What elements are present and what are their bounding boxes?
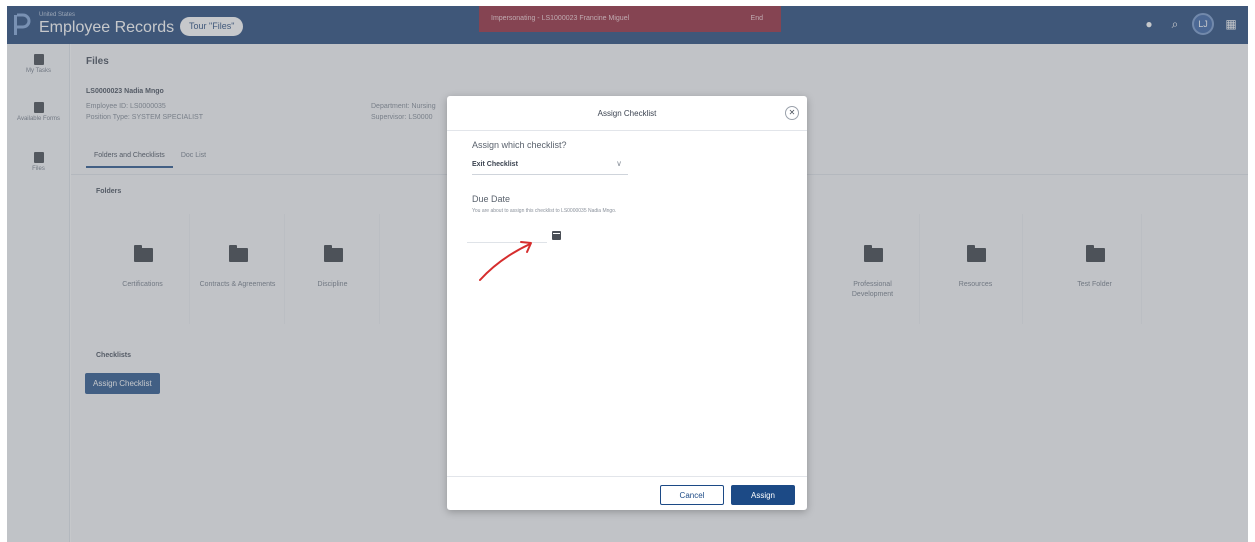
red-arrow-annotation — [479, 241, 532, 281]
due-date-label: Due Date — [472, 194, 511, 204]
left-edge — [0, 0, 7, 542]
dialog-title: Assign Checklist — [597, 109, 657, 118]
checklist-select-value: Exit Checklist — [472, 161, 518, 168]
assign-checklist-dialog: Assign Checklist ✕ Assign which checklis… — [447, 96, 807, 510]
dialog-footer: Cancel Assign — [447, 476, 807, 510]
checklist-select[interactable]: Exit Checklist ∨ — [472, 157, 628, 175]
chevron-down-icon: ∨ — [616, 159, 622, 168]
app-window: United States Employee Records Tour "Fil… — [0, 0, 1255, 542]
assign-button[interactable]: Assign — [731, 485, 795, 505]
checklist-question-label: Assign which checklist? — [472, 140, 567, 150]
dialog-header: Assign Checklist ✕ — [447, 96, 807, 131]
cancel-button[interactable]: Cancel — [660, 485, 724, 505]
close-icon[interactable]: ✕ — [785, 106, 799, 120]
due-date-note: You are about to assign this checklist t… — [472, 208, 617, 214]
calendar-icon[interactable] — [552, 231, 561, 240]
right-edge — [1248, 0, 1255, 542]
